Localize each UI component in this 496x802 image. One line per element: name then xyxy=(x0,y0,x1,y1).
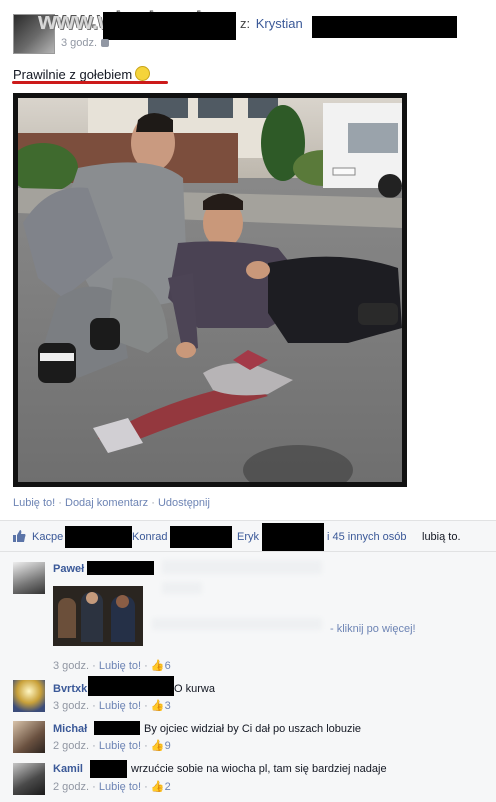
comment-meta: 2 godz. · Lubię to! · 👍2 xyxy=(53,781,171,793)
likes-others-link[interactable]: i 45 innych osób xyxy=(327,531,407,543)
comment-like-link[interactable]: Lubię to! xyxy=(99,781,141,793)
commenter-name[interactable]: Michał xyxy=(53,723,87,735)
commenter-name[interactable]: Bvrtxk xyxy=(53,683,87,695)
redacted-commenter-name xyxy=(87,561,154,575)
commenter-avatar[interactable] xyxy=(13,562,45,594)
redacted-commenter-name xyxy=(88,676,174,696)
redacted-commenter-name xyxy=(90,760,127,778)
comment-item: Michał By ojciec widział by Ci dał po us… xyxy=(0,716,496,759)
thumbs-up-icon xyxy=(13,530,26,542)
redacted-like-name-2 xyxy=(170,526,232,548)
blurred-comment-text xyxy=(162,582,202,594)
comment-meta: 3 godz. · Lubię to! · 👍3 xyxy=(53,700,171,712)
post-card: www.wiocha.pl z: Krystian 3 godz. Prawil… xyxy=(0,0,496,520)
post-timestamp[interactable]: 3 godz. xyxy=(61,37,110,49)
likes-suffix: lubią to. xyxy=(422,531,461,543)
comment-item: Paweł - kliknij po więcej! 3 godz. · Lub… xyxy=(0,552,496,677)
comment-like-count[interactable]: 9 xyxy=(165,740,171,752)
smile-emoji-icon xyxy=(135,66,151,81)
comment-item: Bvrtxk O kurwa 3 godz. · Lubię to! · 👍3 xyxy=(0,676,496,717)
redacted-like-name-3 xyxy=(262,523,324,551)
comment-text: O kurwa xyxy=(174,683,215,695)
like-name-2[interactable]: Konrad xyxy=(132,531,167,543)
like-name-3[interactable]: Eryk xyxy=(237,531,259,543)
commenter-name[interactable]: Kamil xyxy=(53,763,83,775)
privacy-icon xyxy=(101,39,110,48)
thumbs-up-icon: 👍 xyxy=(150,700,165,712)
likes-summary: Kacpe Konrad Eryk i 45 innych osób lubią… xyxy=(0,520,496,552)
post-text: Prawilnie z gołebiem xyxy=(13,66,151,82)
link-preview-thumbnail[interactable] xyxy=(53,586,143,646)
commenter-avatar[interactable] xyxy=(13,763,45,795)
comment-item: Kamil wrzućcie sobie na wiocha pl, tam s… xyxy=(0,758,496,802)
post-actions: Lubię to! · Dodaj komentarz · Udostępnij xyxy=(13,497,210,509)
post-photo[interactable] xyxy=(13,93,407,487)
commenter-avatar[interactable] xyxy=(13,680,45,712)
comment-text: wrzućcie sobie na wiocha pl, tam się bar… xyxy=(131,763,387,775)
comment-meta: 3 godz. · Lubię to! · 👍6 xyxy=(53,660,171,672)
comment-text: By ojciec widział by Ci dał po uszach lo… xyxy=(144,723,362,735)
thumbs-up-icon: 👍 xyxy=(150,781,165,793)
thumbs-up-icon: 👍 xyxy=(150,740,165,752)
commenter-name[interactable]: Paweł xyxy=(53,563,84,575)
tagged-user[interactable]: z: Krystian xyxy=(240,16,303,31)
red-underline-annotation xyxy=(12,81,168,84)
redacted-author-name xyxy=(103,12,236,40)
redacted-like-name-1 xyxy=(65,526,132,548)
like-action[interactable]: Lubię to! xyxy=(13,497,55,509)
blurred-comment-text xyxy=(162,560,322,574)
thumbs-up-icon: 👍 xyxy=(150,660,165,672)
comment-like-count[interactable]: 2 xyxy=(165,781,171,793)
commenter-avatar[interactable] xyxy=(13,721,45,753)
redacted-commenter-name xyxy=(94,721,140,735)
comment-like-link[interactable]: Lubię to! xyxy=(99,740,141,752)
comment-meta: 2 godz. · Lubię to! · 👍9 xyxy=(53,740,171,752)
photo-image xyxy=(18,98,402,482)
comment-like-count[interactable]: 6 xyxy=(165,660,171,672)
comment-like-link[interactable]: Lubię to! xyxy=(99,700,141,712)
comment-like-link[interactable]: Lubię to! xyxy=(99,660,141,672)
comment-action[interactable]: Dodaj komentarz xyxy=(65,497,148,509)
comment-like-count[interactable]: 3 xyxy=(165,700,171,712)
see-more-link[interactable]: - kliknij po więcej! xyxy=(330,623,416,635)
blurred-link-title xyxy=(152,618,322,630)
photo-illustration xyxy=(18,98,402,482)
like-name-1[interactable]: Kacpe xyxy=(32,531,63,543)
redacted-tagged-name xyxy=(312,16,457,38)
share-action[interactable]: Udostępnij xyxy=(158,497,210,509)
